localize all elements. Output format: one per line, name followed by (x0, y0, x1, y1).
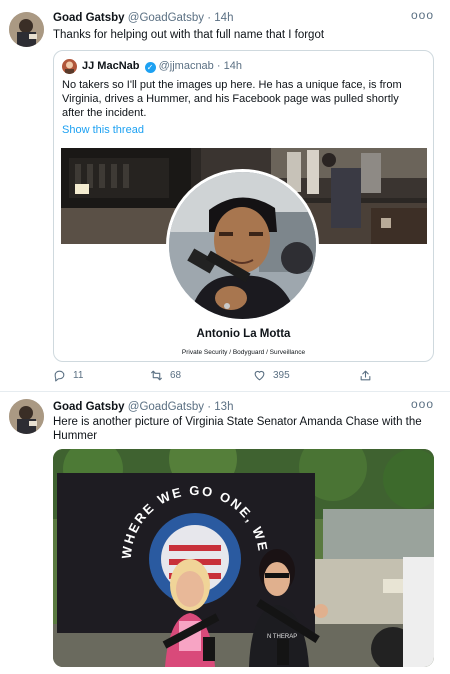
tweet-photo[interactable]: WHERE WE GO ONE, WE GO N THERAP (53, 449, 434, 667)
retweet-icon (151, 370, 162, 381)
heart-icon (254, 370, 265, 381)
dot-separator: · (207, 12, 212, 24)
dot-separator: · (216, 60, 221, 72)
tweet-actions: 11 68 395 (53, 369, 393, 385)
retweet-count: 68 (170, 370, 182, 381)
author-line: Goad Gatsby @GoadGatsby · 13h (53, 400, 233, 414)
tweet-2[interactable]: Goad Gatsby @GoadGatsby · 13h ooo Here i… (0, 392, 450, 674)
author-handle[interactable]: @GoadGatsby (128, 401, 204, 413)
verified-badge-icon: ✓ (144, 62, 156, 73)
reply-button[interactable]: 11 (53, 369, 83, 382)
author-avatar[interactable] (9, 12, 44, 47)
profile-photo[interactable] (166, 169, 319, 322)
tweet-text: Thanks for helping out with that full na… (53, 29, 325, 41)
reply-count: 11 (73, 370, 84, 381)
profile-name: Antonio La Motta (196, 328, 291, 340)
retweet-button[interactable]: 68 (150, 369, 181, 382)
tweet-time[interactable]: 14h (214, 12, 233, 24)
quoted-author-name[interactable]: JJ MacNab (82, 60, 139, 72)
author-handle[interactable]: @GoadGatsby (128, 12, 204, 24)
more-options-button[interactable]: ooo (411, 397, 434, 411)
quoted-author-line: JJ MacNab ✓ @jjmacnab · 14h (82, 60, 242, 73)
quoted-tweet[interactable]: JJ MacNab ✓ @jjmacnab · 14h No takers so… (53, 50, 434, 362)
author-name[interactable]: Goad Gatsby (53, 12, 125, 24)
quoted-tweet-time[interactable]: 14h (224, 60, 242, 72)
author-line: Goad Gatsby @GoadGatsby · 14h (53, 11, 233, 25)
like-count: 395 (273, 370, 290, 381)
reply-icon (54, 370, 65, 382)
like-button[interactable]: 395 (253, 369, 290, 382)
tweet-time[interactable]: 13h (214, 401, 233, 413)
more-options-button[interactable]: ooo (411, 8, 434, 22)
quoted-author-avatar[interactable] (62, 59, 77, 74)
profile-subtitle: Private Security / Bodyguard / Surveilla… (181, 349, 306, 356)
show-thread-link[interactable]: Show this thread (62, 123, 144, 137)
author-name[interactable]: Goad Gatsby (53, 401, 125, 413)
author-avatar[interactable] (9, 399, 44, 434)
share-button[interactable] (359, 369, 379, 382)
quoted-author-handle[interactable]: @jjmacnab (159, 60, 214, 72)
dot-separator: · (207, 401, 212, 413)
share-icon (360, 370, 371, 381)
tweet-1[interactable]: Goad Gatsby @GoadGatsby · 14h ooo Thanks… (0, 0, 450, 392)
quoted-tweet-text: No takers so I'll put the images up here… (62, 79, 402, 119)
tweet-text: Here is another picture of Virginia Stat… (53, 416, 422, 442)
